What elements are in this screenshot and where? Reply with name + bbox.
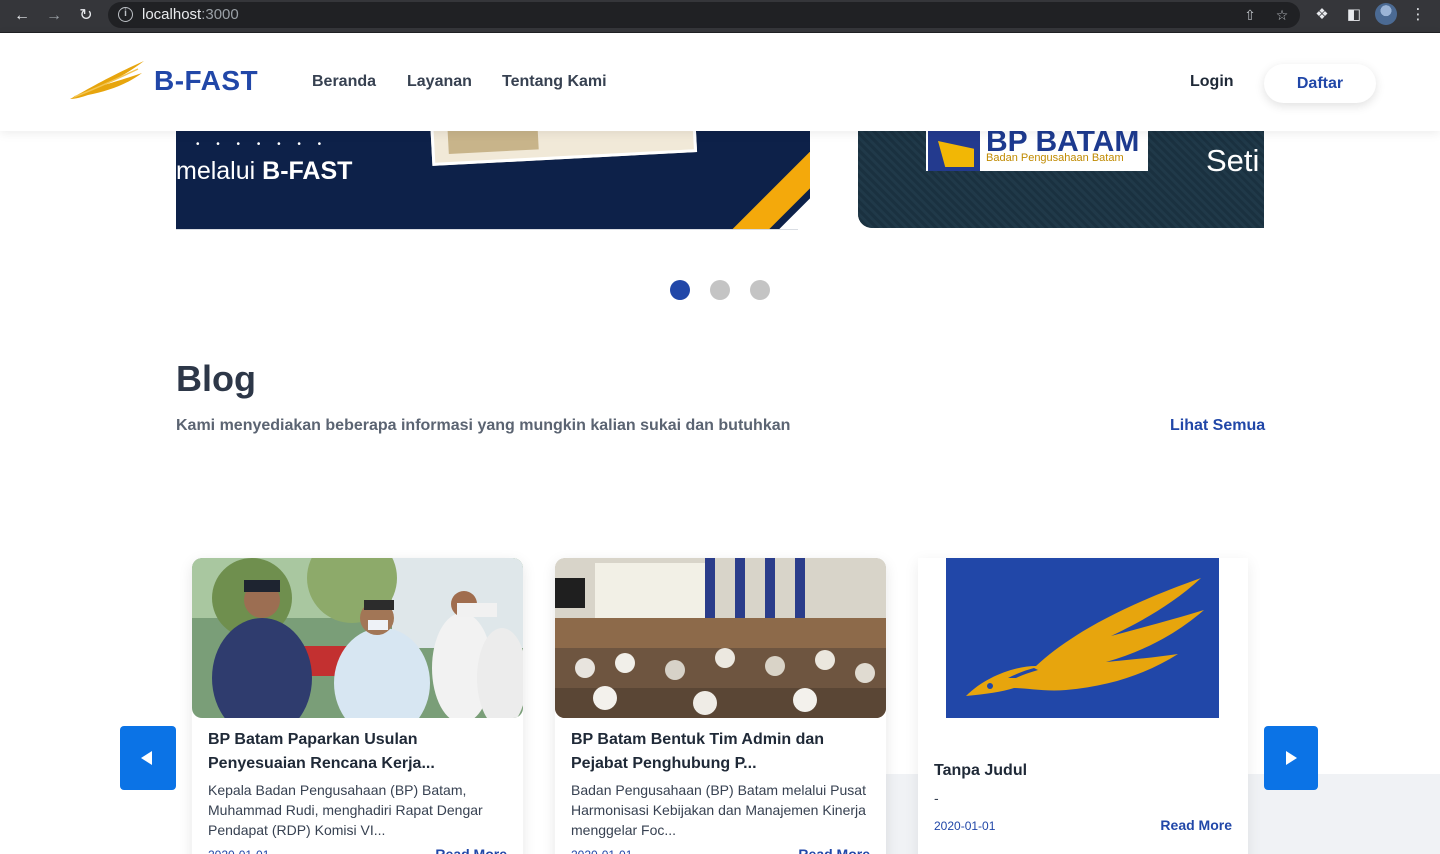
slide-photo-frame [429,131,698,166]
bookmark-star-icon[interactable]: ☆ [1273,6,1291,24]
slide1-underline [176,229,798,230]
blog-card-1-date: 2020-01-01 [208,848,269,854]
bp-batam-logo: BP BATAM Badan Pengusahaan Batam [926,131,1148,171]
blog-card-1[interactable]: BP Batam Paparkan Usulan Penyesuaian Ren… [192,558,523,854]
nav-beranda[interactable]: Beranda [312,73,376,91]
menu-kebab-icon[interactable]: ⋮ [1408,5,1428,25]
see-all-link[interactable]: Lihat Semua [1170,417,1265,435]
blog-card-1-read-more[interactable]: Read More [435,846,507,854]
slide1-caption: melalui B-FAST [176,157,352,186]
blog-card-2-read-more[interactable]: Read More [798,846,870,854]
address-bar[interactable]: i localhost:3000 ⇧ ☆ [108,2,1300,28]
arrow-left-icon [141,751,152,765]
eagle-logo-icon [946,558,1219,718]
blog-prev-button[interactable] [120,726,176,790]
blog-card-2-image [555,558,886,718]
login-link[interactable]: Login [1190,73,1234,91]
reload-icon[interactable]: ↻ [75,5,97,27]
blog-subtitle: Kami menyediakan beberapa informasi yang… [176,417,791,434]
slide1-caption-prefix: melalui [176,157,263,185]
blog-card-3-read-more[interactable]: Read More [1160,817,1232,833]
share-icon[interactable]: ⇧ [1241,6,1259,24]
blog-card-3-image [946,558,1219,718]
slide2-text: Seti [1206,143,1260,178]
blog-card-1-image [192,558,523,718]
blog-card-2[interactable]: BP Batam Bentuk Tim Admin dan Pejabat Pe… [555,558,886,854]
url-host: localhost [142,6,202,23]
blog-card-3-title[interactable]: Tanpa Judul [934,762,1027,780]
profile-avatar[interactable] [1375,3,1397,25]
url-text: localhost:3000 [142,6,239,23]
side-panel-icon[interactable]: ◧ [1344,5,1364,25]
blog-card-3[interactable]: Tanpa Judul - 2020-01-01 Read More [918,558,1248,854]
carousel-slide-2[interactable]: BP BATAM Badan Pengusahaan Batam Seti [858,131,1264,228]
url-port: :3000 [201,6,239,23]
brand-logo[interactable]: B-FAST [68,59,268,103]
forward-icon[interactable]: → [43,5,65,27]
eagle-wing-icon [70,61,144,99]
blog-card-3-date: 2020-01-01 [934,819,996,833]
blog-card-3-description: - [934,790,939,806]
browser-toolbar: ← → ↻ i localhost:3000 ⇧ ☆ ❖ ◧ ⋮ [0,0,1440,33]
slide1-caption-bold: B-FAST [262,157,353,185]
blog-card-2-date: 2020-01-01 [571,848,632,854]
blog-card-1-description: Kepala Badan Pengusahaan (BP) Batam, Muh… [208,782,483,838]
carousel-dot-1[interactable] [670,280,690,300]
bp-batam-mark-icon [928,131,980,171]
nav-tentang-kami[interactable]: Tentang Kami [502,73,607,91]
blog-card-2-title[interactable]: BP Batam Bentuk Tim Admin dan Pejabat Pe… [571,728,871,776]
site-info-icon[interactable]: i [118,7,133,22]
site-header: B-FAST Beranda Layanan Tentang Kami Logi… [0,33,1440,131]
bp-batam-subtitle: Badan Pengusahaan Batam [986,152,1124,164]
carousel-slide-1[interactable]: • • • • • • • melalui B-FAST [176,131,810,230]
carousel-dot-2[interactable] [710,280,730,300]
back-icon[interactable]: ← [11,5,33,27]
register-button[interactable]: Daftar [1264,64,1376,103]
nav-layanan[interactable]: Layanan [407,73,472,91]
arrow-right-icon [1286,751,1297,765]
blog-card-2-description: Badan Pengusahaan (BP) Batam melalui Pus… [571,782,866,838]
decorative-dots: • • • • • • • [196,139,329,150]
blog-card-1-title[interactable]: BP Batam Paparkan Usulan Penyesuaian Ren… [208,728,508,776]
extensions-icon[interactable]: ❖ [1312,5,1332,25]
logo-text: B-FAST [154,65,259,96]
blog-next-button[interactable] [1264,726,1318,790]
carousel-dot-3[interactable] [750,280,770,300]
blog-heading: Blog [176,358,256,399]
